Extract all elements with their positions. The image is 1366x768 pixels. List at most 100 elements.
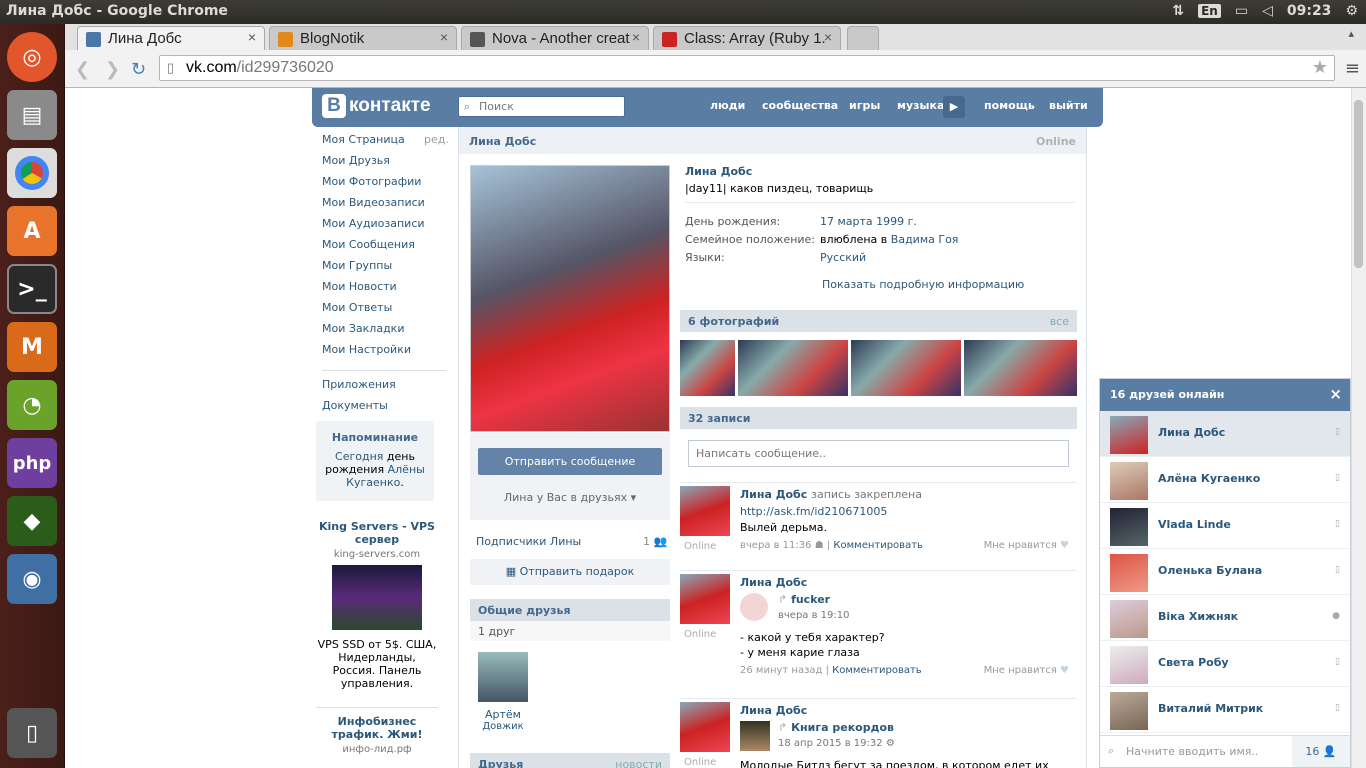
- repost-source[interactable]: ↱ fucker: [778, 593, 830, 606]
- chat-friend[interactable]: Лина Добс ▯: [1100, 411, 1350, 457]
- chrome-icon[interactable]: [7, 148, 57, 198]
- chat-friend[interactable]: Света Робу ▯: [1100, 641, 1350, 687]
- post-avatar[interactable]: [680, 574, 730, 624]
- show-more-link[interactable]: Показать подробную информацию: [822, 278, 1024, 291]
- friend-surname[interactable]: Довжик: [470, 721, 536, 732]
- menu-bookmarks[interactable]: Мои Закладки: [322, 322, 452, 343]
- comment-link[interactable]: Комментировать: [832, 665, 922, 676]
- send-message-button[interactable]: Отправить сообщение: [478, 448, 662, 475]
- rubymine-icon[interactable]: M: [7, 322, 57, 372]
- search-input[interactable]: ⌕ Поиск: [458, 96, 625, 117]
- edit-link[interactable]: ред.: [424, 133, 449, 146]
- in-friends-dropdown[interactable]: Лина у Вас в друзьях ▾: [470, 491, 670, 504]
- menu-friends[interactable]: Мои Друзья: [322, 154, 452, 175]
- photos-all-link[interactable]: все: [1050, 315, 1069, 328]
- chat-friend[interactable]: Оленька Булана ▯: [1100, 549, 1350, 595]
- friends-header[interactable]: Друзья новости: [470, 753, 670, 768]
- back-icon[interactable]: ❮: [75, 59, 90, 80]
- menu-documents[interactable]: Документы: [322, 399, 452, 420]
- close-icon[interactable]: ×: [440, 29, 448, 45]
- menu-settings[interactable]: Мои Настройки: [322, 343, 452, 364]
- ad-title[interactable]: Инфобизнес трафик. Жми!: [316, 715, 438, 741]
- close-icon[interactable]: ×: [632, 29, 640, 45]
- nav-help[interactable]: помощь: [984, 99, 1035, 112]
- send-gift-button[interactable]: ▦ Отправить подарок: [470, 559, 670, 585]
- repost-meta[interactable]: 18 апр 2015 в 19:32 ⚙: [778, 738, 895, 749]
- post-time[interactable]: 26 минут назад: [740, 665, 822, 676]
- phpstorm-icon[interactable]: ◔: [7, 380, 57, 430]
- forward-icon[interactable]: ❯: [105, 59, 120, 80]
- post-author[interactable]: Лина Добс запись закреплена: [740, 488, 922, 501]
- repost-avatar[interactable]: [740, 593, 768, 621]
- birthday-value[interactable]: 17 марта 1999 г.: [820, 215, 917, 228]
- files-icon[interactable]: ▤: [7, 90, 57, 140]
- post-time[interactable]: вчера в 11:36: [740, 540, 812, 551]
- gear-icon[interactable]: ⚙: [1345, 3, 1358, 19]
- network-icon[interactable]: ⇅: [1172, 3, 1184, 19]
- menu-photos[interactable]: Мои Фотографии: [322, 175, 452, 196]
- compose-input[interactable]: Написать сообщение..: [688, 440, 1069, 467]
- clock[interactable]: 09:23: [1287, 3, 1332, 19]
- tab-vk[interactable]: Лина Добс ×: [77, 26, 265, 50]
- close-icon[interactable]: ×: [1329, 385, 1342, 403]
- like-button[interactable]: Мне нравится ♥: [984, 665, 1069, 676]
- photo-thumb[interactable]: [738, 340, 848, 396]
- post-avatar[interactable]: [680, 486, 730, 536]
- reminder-today-link[interactable]: Сегодня: [335, 450, 383, 463]
- post-avatar[interactable]: [680, 702, 730, 752]
- photo-thumb[interactable]: [964, 340, 1077, 396]
- php-icon[interactable]: php: [7, 438, 57, 488]
- post-author[interactable]: Лина Добс: [740, 704, 807, 717]
- photo-thumb[interactable]: [680, 340, 735, 396]
- common-friends-header[interactable]: Общие друзья: [470, 599, 670, 621]
- tab-blognotik[interactable]: BlogNotik ×: [269, 26, 457, 50]
- scrollbar-thumb[interactable]: [1354, 100, 1363, 268]
- terminal-icon[interactable]: >_: [7, 264, 57, 314]
- new-tab-button[interactable]: [847, 26, 879, 50]
- menu-groups[interactable]: Мои Группы: [322, 259, 452, 280]
- menu-audio[interactable]: Мои Аудиозаписи: [322, 217, 452, 238]
- post-author[interactable]: Лина Добс: [740, 576, 807, 589]
- friend-avatar[interactable]: [478, 652, 528, 702]
- nav-games[interactable]: игры: [849, 99, 880, 112]
- ad-block[interactable]: King Servers - VPS сервер king-servers.c…: [316, 520, 438, 690]
- tab-nova[interactable]: Nova - Another creat ×: [461, 26, 649, 50]
- nav-logout[interactable]: выйти: [1049, 99, 1088, 112]
- menu-icon[interactable]: ≡: [1345, 58, 1360, 79]
- repost-avatar[interactable]: [740, 721, 770, 751]
- address-bar[interactable]: ▯ vk.com/id299736020 ★: [159, 55, 1335, 81]
- chat-friend[interactable]: Vlada Linde ▯: [1100, 503, 1350, 549]
- ad-image[interactable]: [332, 565, 422, 630]
- nav-communities[interactable]: сообщества: [762, 99, 838, 112]
- reload-icon[interactable]: ↻: [131, 59, 146, 80]
- keyboard-layout[interactable]: En: [1198, 4, 1221, 18]
- posts-header[interactable]: 32 записи: [680, 407, 1077, 429]
- profile-icon[interactable]: ▴: [1348, 27, 1354, 40]
- profile-avatar[interactable]: [470, 165, 670, 432]
- bookmark-star-icon[interactable]: ★: [1312, 57, 1328, 78]
- repost-source[interactable]: ↱ Книга рекордов: [778, 721, 894, 734]
- post-link[interactable]: http://ask.fm/id210671005: [740, 505, 887, 518]
- family-person-link[interactable]: Вадима Гоя: [891, 233, 959, 246]
- subscribers-count[interactable]: 1 👥: [643, 535, 667, 548]
- languages-value[interactable]: Русский: [820, 251, 866, 264]
- trash-icon[interactable]: ▯: [7, 708, 57, 758]
- menu-answers[interactable]: Мои Ответы: [322, 301, 452, 322]
- online-count[interactable]: 16 👤: [1292, 736, 1350, 767]
- tab-ruby[interactable]: Class: Array (Ruby 1. ×: [653, 26, 841, 50]
- profile-status[interactable]: |day11| каков пиздец, товарищь: [685, 182, 1077, 195]
- menu-apps[interactable]: Приложения: [322, 378, 452, 399]
- volume-icon[interactable]: ◁: [1262, 3, 1273, 19]
- software-center-icon[interactable]: A: [7, 206, 57, 256]
- friend-name[interactable]: Артём: [470, 708, 536, 721]
- chat-friend[interactable]: Віка Хижняк ●: [1100, 595, 1350, 641]
- chat-search-input[interactable]: ⌕ Начните вводить имя.. 16 👤: [1100, 735, 1350, 767]
- ad-block-2[interactable]: Инфобизнес трафик. Жми! инфо-лид.рф: [316, 715, 438, 755]
- chat-friend[interactable]: Виталий Митрик ▯: [1100, 687, 1350, 733]
- menu-messages[interactable]: Мои Сообщения: [322, 238, 452, 259]
- subscribers-link[interactable]: Подписчики Лины: [476, 535, 581, 548]
- photos-header[interactable]: 6 фотографий все: [680, 310, 1077, 332]
- like-button[interactable]: Мне нравится ♥: [984, 540, 1069, 551]
- menu-videos[interactable]: Мои Видеозаписи: [322, 196, 452, 217]
- chat-friend[interactable]: Алёна Кугаенко ▯: [1100, 457, 1350, 503]
